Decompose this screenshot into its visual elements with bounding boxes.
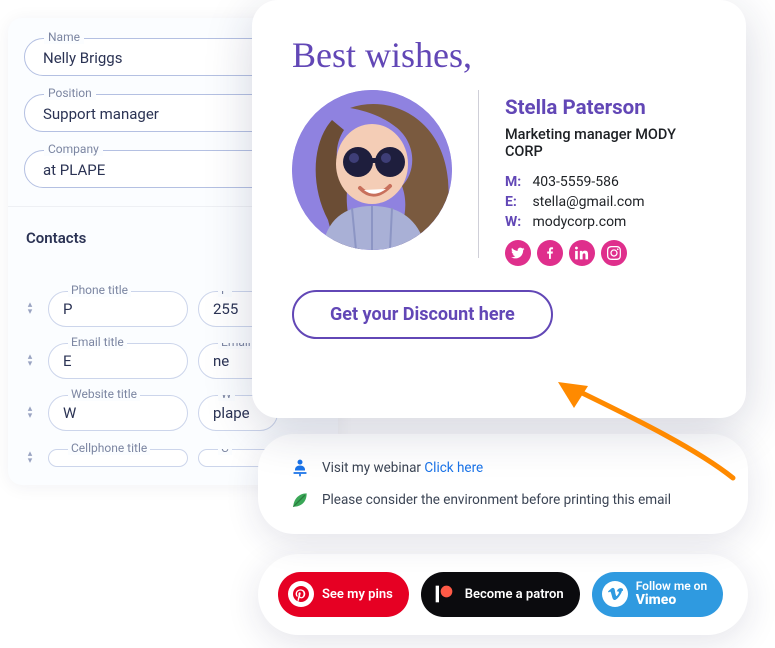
vimeo-button[interactable]: Follow me on Vimeo xyxy=(592,572,724,617)
reorder-handle-icon[interactable]: ▴▾ xyxy=(22,447,38,469)
social-icons xyxy=(505,240,706,266)
email-label: E: xyxy=(505,194,529,210)
cta-button[interactable]: Get your Discount here xyxy=(292,290,553,339)
phone-value-label: P xyxy=(218,291,232,297)
social-pill-bar: See my pins Become a patron Follow me on… xyxy=(258,554,748,635)
email-title-label: Email title xyxy=(68,335,127,349)
pinterest-label: See my pins xyxy=(322,587,393,602)
web-value: modycorp.com xyxy=(532,214,626,230)
facebook-icon[interactable] xyxy=(537,240,563,266)
avatar-image xyxy=(292,90,452,250)
eco-row: Please consider the environment before p… xyxy=(290,490,716,510)
webinar-row: Visit my webinar Click here xyxy=(290,458,716,478)
reorder-handle-icon[interactable]: ▴▾ xyxy=(22,402,38,424)
signature-greeting: Best wishes, xyxy=(292,34,706,76)
linkedin-icon[interactable] xyxy=(569,240,595,266)
website-title-label: Website title xyxy=(68,387,140,401)
webinar-link[interactable]: Click here xyxy=(424,460,483,476)
position-label: Position xyxy=(44,86,96,100)
signature-mobile: M: 403-5559-586 xyxy=(505,174,706,190)
name-label: Name xyxy=(44,30,84,44)
cell-title-field: Cellphone title xyxy=(48,449,188,467)
company-label: Company xyxy=(44,142,103,156)
instagram-icon[interactable] xyxy=(601,240,627,266)
reorder-handle-icon[interactable]: ▴▾ xyxy=(22,350,38,372)
patreon-label: Become a patron xyxy=(465,587,564,602)
cell-value-label: C xyxy=(218,449,232,455)
web-label: W: xyxy=(505,214,529,230)
email-value-label: Email xyxy=(218,343,254,349)
vimeo-icon xyxy=(602,581,628,607)
signature-preview-card: Best wishes, xyxy=(252,0,746,418)
reorder-handle-icon[interactable]: ▴▾ xyxy=(22,298,38,320)
signature-name: Stella Paterson xyxy=(505,96,706,120)
vertical-divider xyxy=(478,90,479,258)
leaf-icon xyxy=(290,490,310,510)
email-title-field: Email title E xyxy=(48,343,188,379)
signature-email: E: stella@gmail.com xyxy=(505,194,706,210)
pinterest-icon xyxy=(288,581,314,607)
cell-title-label: Cellphone title xyxy=(68,441,150,455)
mobile-value: 403-5559-586 xyxy=(532,174,618,190)
signature-info: Stella Paterson Marketing manager MODY C… xyxy=(505,90,706,266)
signature-body: Stella Paterson Marketing manager MODY C… xyxy=(292,90,706,266)
patreon-button[interactable]: Become a patron xyxy=(421,572,580,617)
presenter-icon xyxy=(290,458,310,478)
signature-title: Marketing manager MODY CORP xyxy=(505,126,706,160)
website-title-field: Website title W xyxy=(48,395,188,431)
webinar-text: Visit my webinar xyxy=(322,460,421,476)
pinterest-button[interactable]: See my pins xyxy=(278,572,409,617)
phone-title-label: Phone title xyxy=(68,283,131,297)
phone-title-field: Phone title P xyxy=(48,291,188,327)
vimeo-label: Follow me on Vimeo xyxy=(636,580,708,609)
mobile-label: M: xyxy=(505,174,529,190)
patreon-icon xyxy=(431,581,457,607)
email-value: stella@gmail.com xyxy=(532,194,644,210)
signature-web: W: modycorp.com xyxy=(505,214,706,230)
website-value-label: W xyxy=(218,395,235,401)
twitter-icon[interactable] xyxy=(505,240,531,266)
eco-text: Please consider the environment before p… xyxy=(322,492,671,508)
avatar xyxy=(292,90,452,250)
messages-card: Visit my webinar Click here Please consi… xyxy=(258,434,748,534)
